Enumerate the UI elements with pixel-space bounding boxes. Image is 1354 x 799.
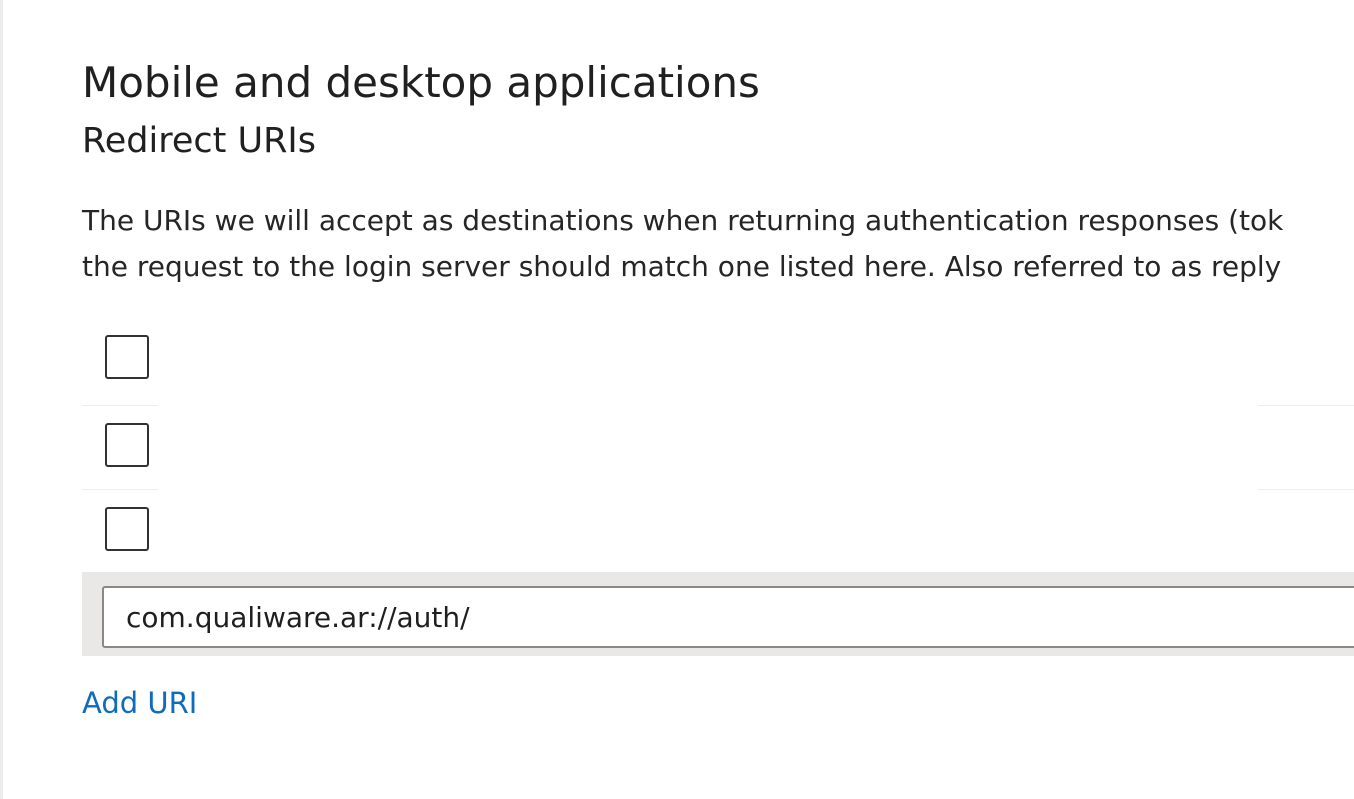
row-divider	[1258, 405, 1354, 406]
redirect-uri-checkbox-2[interactable]	[105, 423, 149, 467]
panel-left-border	[0, 0, 3, 799]
redirect-uri-checkbox-1[interactable]	[105, 335, 149, 379]
redirect-uris-panel: Mobile and desktop applications Redirect…	[0, 0, 1354, 799]
description-line-1: The URIs we will accept as destinations …	[82, 204, 1284, 237]
row-divider	[1258, 489, 1354, 490]
add-uri-link[interactable]: Add URI	[82, 686, 197, 720]
row-divider	[82, 405, 158, 406]
row-divider	[82, 489, 158, 490]
redirect-uris-heading: Redirect URIs	[82, 121, 316, 161]
redirect-uri-edit-row	[82, 572, 1354, 656]
description-line-2: the request to the login server should m…	[82, 250, 1282, 283]
redirect-uri-input[interactable]	[102, 586, 1354, 648]
section-title: Mobile and desktop applications	[82, 58, 760, 107]
redirect-uri-checkbox-3[interactable]	[105, 507, 149, 551]
redirect-uris-description: The URIs we will accept as destinations …	[82, 198, 1283, 290]
